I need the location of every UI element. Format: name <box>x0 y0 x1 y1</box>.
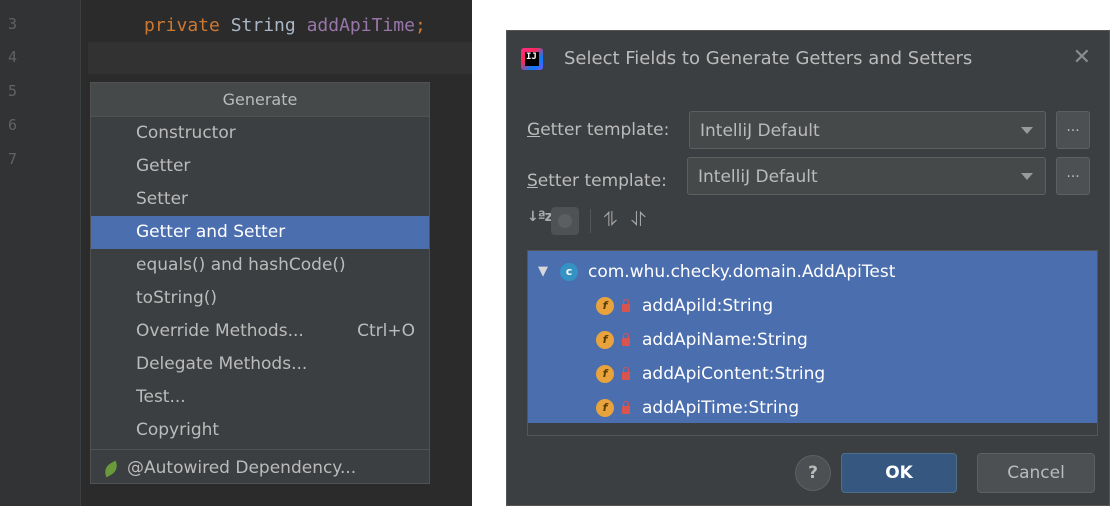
menu-item-label: Override Methods... <box>136 321 304 341</box>
menu-item-label: Getter and Setter <box>136 222 286 242</box>
menu-item-label: Constructor <box>136 123 236 143</box>
code-punctuation: ; <box>414 15 426 36</box>
private-lock-icon <box>622 401 630 414</box>
setter-template-value: IntelliJ Default <box>698 167 818 187</box>
menu-item-label: equals() and hashCode() <box>136 255 346 275</box>
setter-template-select[interactable]: IntelliJ Default <box>687 157 1046 195</box>
menu-item-test[interactable]: Test... <box>91 381 429 414</box>
menu-item-override-methods[interactable]: Override Methods... Ctrl+O <box>91 315 429 348</box>
sort-alphabetically-icon[interactable]: ↓ªz <box>527 209 553 225</box>
menu-item-label: Getter <box>136 156 191 176</box>
getter-template-value: IntelliJ Default <box>700 121 820 141</box>
dialog-title: Select Fields to Generate Getters and Se… <box>564 48 973 69</box>
popup-title: Generate <box>91 83 429 117</box>
setter-template-browse-button[interactable]: ... <box>1056 157 1090 195</box>
menu-item-label: Setter <box>136 189 189 209</box>
getter-mnemonic: G <box>527 120 541 140</box>
expand-arrow-icon[interactable]: ▼ <box>538 257 548 287</box>
private-lock-icon <box>622 367 630 380</box>
line-number: 7 <box>8 150 18 168</box>
line-number: 4 <box>8 48 18 66</box>
private-lock-icon <box>622 299 630 312</box>
code-editor[interactable]: 3 4 5 6 7 private String addApiTime; Gen… <box>0 0 472 506</box>
code-type: String <box>230 15 296 36</box>
field-label: addApild:String <box>642 296 774 316</box>
current-line-highlight <box>88 42 472 74</box>
menu-item-copyright[interactable]: Copyright <box>91 414 429 447</box>
field-label: addApiTime:String <box>642 398 800 418</box>
getter-template-browse-button[interactable]: ... <box>1056 111 1090 149</box>
code-line[interactable]: private String addApiTime; <box>144 15 426 36</box>
menu-item-autowired-dependency[interactable]: @Autowired Dependency... <box>91 452 429 485</box>
field-icon: f <box>596 365 614 383</box>
field-icon: f <box>596 297 614 315</box>
collapse-all-icon[interactable]: ⥯ <box>631 207 646 231</box>
menu-item-shortcut: Ctrl+O <box>357 321 415 341</box>
setter-mnemonic: S <box>527 171 538 191</box>
menu-item-delegate-methods[interactable]: Delegate Methods... <box>91 348 429 381</box>
chevron-down-icon <box>1021 127 1033 134</box>
menu-item-label: Delegate Methods... <box>136 354 308 374</box>
ok-button[interactable]: OK <box>841 453 957 493</box>
menu-item-label: toString() <box>136 288 218 308</box>
tree-toolbar: ↓ªz ⥮ ⥯ <box>527 205 727 239</box>
menu-item-equals-hashcode[interactable]: equals() and hashCode() <box>91 249 429 282</box>
dialog-header: IJ Select Fields to Generate Getters and… <box>507 31 1109 87</box>
tree-empty-area <box>528 423 1097 435</box>
tree-field-node[interactable]: f addApiName:String <box>596 325 808 355</box>
select-fields-dialog: IJ Select Fields to Generate Getters and… <box>506 30 1110 506</box>
private-lock-icon <box>622 333 630 346</box>
class-name: com.whu.checky.domain.AddApiTest <box>588 262 896 282</box>
field-label: addApiContent:String <box>642 364 826 384</box>
menu-item-label: Copyright <box>136 420 220 440</box>
expand-all-icon[interactable]: ⥮ <box>603 207 618 231</box>
tree-field-node[interactable]: f addApiTime:String <box>596 393 799 423</box>
tree-class-node[interactable]: ▼ c com.whu.checky.domain.AddApiTest <box>538 257 895 287</box>
tree-field-node[interactable]: f addApild:String <box>596 291 773 321</box>
generate-popup: Generate Constructor Getter Setter Gette… <box>90 82 430 484</box>
menu-item-label: @Autowired Dependency... <box>127 458 357 478</box>
field-icon: f <box>596 331 614 349</box>
fields-tree[interactable]: ▼ c com.whu.checky.domain.AddApiTest f a… <box>527 250 1098 436</box>
code-keyword: private <box>144 15 220 36</box>
menu-item-getter[interactable]: Getter <box>91 150 429 183</box>
menu-item-getter-and-setter[interactable]: Getter and Setter <box>91 216 429 249</box>
setter-template-label: Setter template: <box>527 171 667 191</box>
help-button[interactable]: ? <box>795 455 831 491</box>
menu-item-tostring[interactable]: toString() <box>91 282 429 315</box>
setter-label-text: etter template: <box>537 171 667 191</box>
menu-item-label: Test... <box>136 387 186 407</box>
getter-template-label: Getter template: <box>527 120 669 140</box>
line-number: 5 <box>8 82 18 100</box>
show-inherited-toggle-icon[interactable] <box>551 207 579 235</box>
close-icon[interactable]: ✕ <box>1073 45 1091 70</box>
class-icon: c <box>560 263 578 281</box>
toolbar-separator <box>590 209 591 233</box>
tree-field-node[interactable]: f addApiContent:String <box>596 359 825 389</box>
line-number: 6 <box>8 116 18 134</box>
getter-label-text: etter template: <box>540 120 670 140</box>
leaf-icon <box>101 460 121 477</box>
line-number-gutter: 3 4 5 6 7 <box>0 0 81 506</box>
intellij-app-icon: IJ <box>521 48 543 70</box>
menu-item-constructor[interactable]: Constructor <box>91 117 429 150</box>
line-number: 3 <box>8 15 18 33</box>
cancel-button[interactable]: Cancel <box>977 453 1095 493</box>
field-label: addApiName:String <box>642 330 808 350</box>
menu-item-setter[interactable]: Setter <box>91 183 429 216</box>
chevron-down-icon <box>1021 173 1033 180</box>
code-field-name: addApiTime <box>306 15 415 36</box>
menu-separator <box>91 449 429 450</box>
getter-template-select[interactable]: IntelliJ Default <box>689 111 1046 149</box>
field-icon: f <box>596 399 614 417</box>
